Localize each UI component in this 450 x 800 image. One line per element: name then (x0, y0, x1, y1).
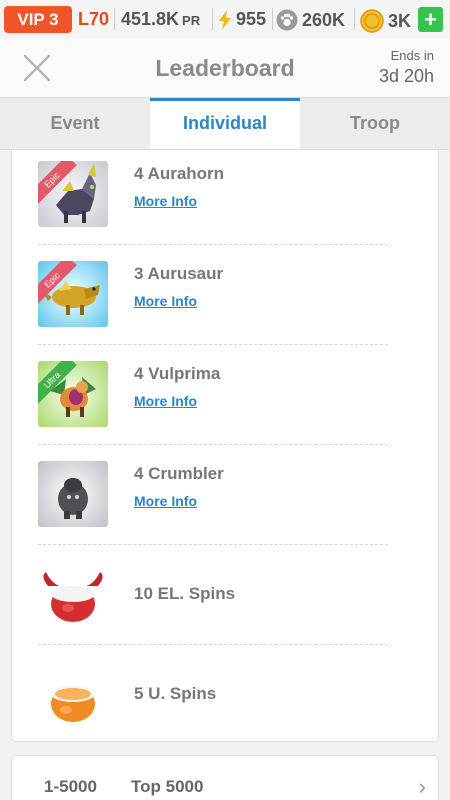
row-divider (38, 644, 388, 645)
energy-counter[interactable]: 955 (218, 9, 266, 30)
rank-tier-label: Top 5000 (131, 777, 204, 796)
reward-row-aurusaur: Epic 3 Aurusaur More Info (38, 250, 388, 350)
row-divider (38, 544, 388, 545)
status-bar: VIP 3 L70 451.8K PR 955 260K 3K + (0, 0, 450, 38)
divider (272, 8, 273, 30)
reward-name: 4 Vulprima (134, 364, 221, 383)
pr-value: 451.8K (121, 9, 180, 29)
divider (212, 8, 213, 30)
tab-event[interactable]: Event (0, 98, 150, 149)
countdown: Ends in 3d 20h (379, 48, 434, 87)
tab-troop[interactable]: Troop (300, 98, 450, 149)
food-value: 260K (302, 9, 346, 30)
el-spin-orb-icon (43, 572, 103, 622)
more-info-link[interactable]: More Info (134, 293, 197, 309)
tab-bar: Event Individual Troop (0, 98, 450, 150)
rank-range: 1-5000 (44, 777, 97, 796)
divider (354, 8, 355, 30)
coin-icon (360, 9, 384, 33)
pr-unit: PR (182, 13, 201, 28)
aurusaur-image[interactable]: Epic (38, 261, 108, 327)
creature-icon (50, 377, 96, 417)
more-info-link[interactable]: More Info (134, 193, 197, 209)
reward-row-vulprima: Ultra 4 Vulprima More Info (38, 350, 388, 450)
reward-row-el-spins: 10 EL. Spins (38, 550, 388, 650)
player-level: L70 (78, 9, 110, 29)
crumbler-image[interactable] (38, 461, 108, 527)
divider (114, 8, 115, 30)
reward-row-u-spins: 5 U. Spins (38, 650, 388, 741)
vulprima-image[interactable]: Ultra (38, 361, 108, 427)
reward-name: 4 Aurahorn (134, 164, 225, 183)
tab-individual[interactable]: Individual (150, 98, 300, 149)
add-currency-button[interactable]: + (418, 7, 443, 32)
coin-counter[interactable]: 3K (360, 9, 411, 33)
leaderboard-header: Leaderboard Ends in 3d 20h (0, 38, 450, 98)
reward-row-crumbler: 4 Crumbler More Info (38, 450, 388, 550)
food-counter[interactable]: 260K (276, 9, 345, 31)
u-spin-orb-icon (51, 686, 95, 722)
creature-icon (42, 281, 100, 315)
reward-name: 3 Aurusaur (134, 264, 224, 283)
power-rating: 451.8K PR (121, 9, 200, 30)
more-info-link[interactable]: More Info (134, 393, 197, 409)
row-divider (38, 244, 388, 245)
paw-icon (276, 9, 298, 31)
energy-value: 955 (236, 9, 267, 29)
creature-icon (58, 478, 88, 519)
lightning-icon (219, 9, 231, 30)
reward-name: 4 Crumbler (134, 464, 224, 483)
rewards-list[interactable]: Epic 4 Aurahorn More Info Epic 3 Aurusau… (11, 150, 439, 742)
rank-tier-row[interactable]: 1-5000 Top 5000 › (11, 755, 439, 800)
reward-name: 5 U. Spins (134, 684, 217, 703)
reward-row-aurahorn: Epic 4 Aurahorn More Info (38, 150, 388, 250)
chevron-right-icon: › (418, 774, 426, 799)
ends-label: Ends in (390, 48, 434, 63)
row-divider (38, 344, 388, 345)
coin-value: 3K (388, 10, 412, 31)
more-info-link[interactable]: More Info (134, 493, 197, 509)
creature-icon (56, 163, 96, 223)
aurahorn-image[interactable]: Epic (38, 161, 108, 227)
vip-badge[interactable]: VIP 3 (4, 6, 72, 33)
row-divider (38, 444, 388, 445)
ends-value: 3d 20h (378, 66, 434, 86)
reward-name: 10 EL. Spins (134, 584, 236, 603)
